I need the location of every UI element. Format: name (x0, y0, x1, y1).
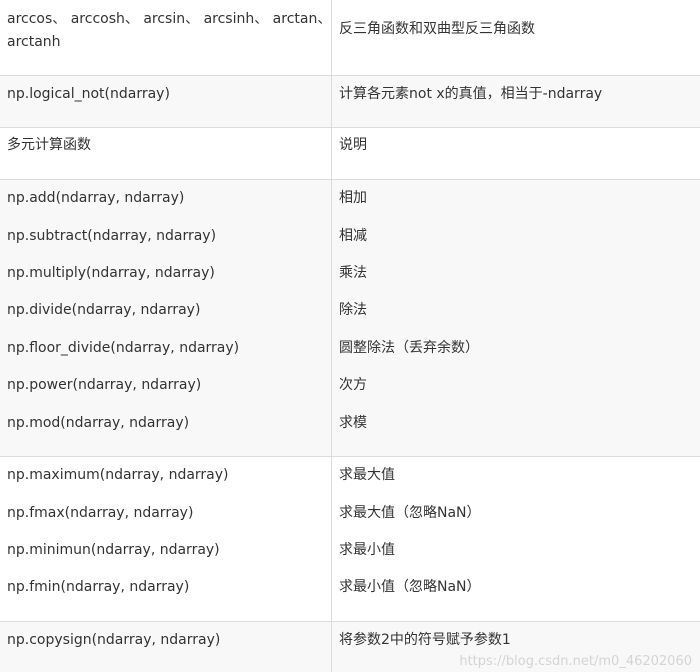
function-cell: np.fmax(ndarray, ndarray) (7, 505, 194, 521)
column-divider (331, 180, 332, 457)
table-row: arccos、 arccosh、 arcsin、 arcsinh、 arctan… (0, 0, 700, 76)
column-divider (331, 128, 332, 180)
function-cell: np.minimun(ndarray, ndarray) (7, 542, 220, 558)
column-divider (331, 76, 332, 128)
function-cell: np.multiply(ndarray, ndarray) (7, 265, 215, 281)
function-cell: np.fmin(ndarray, ndarray) (7, 579, 190, 595)
table-row: np.logical_not(ndarray) 计算各元素not x的真值，相当… (0, 76, 700, 128)
description-cell: 次方 (339, 377, 367, 393)
function-cell: np.add(ndarray, ndarray) (7, 190, 185, 206)
description-cell: 求最小值（忽略NaN） (339, 579, 481, 595)
description-cell: 反三角函数和双曲型反三角函数 (339, 21, 535, 37)
description-cell: 圆整除法（丢弃余数） (339, 340, 479, 356)
function-cell: arctanh (7, 34, 61, 50)
section-heading: 多元计算函数 (7, 137, 91, 153)
column-divider (331, 457, 332, 622)
table-row: np.add(ndarray, ndarray) 相加 np.subtract(… (0, 180, 700, 457)
function-cell: arccos、 arccosh、 arcsin、 arcsinh、 arctan… (7, 11, 332, 27)
description-cell: 除法 (339, 302, 367, 318)
table-header-row: 多元计算函数 说明 (0, 128, 700, 180)
description-cell: 计算各元素not x的真值，相当于-ndarray (339, 86, 603, 102)
function-cell: np.maximum(ndarray, ndarray) (7, 467, 229, 483)
table-row: np.maximum(ndarray, ndarray) 求最大值 np.fma… (0, 457, 700, 622)
description-cell: 相加 (339, 190, 367, 206)
description-cell: 求最小值 (339, 542, 395, 558)
description-cell: 乘法 (339, 265, 367, 281)
watermark: https://blog.csdn.net/m0_46202060 (459, 654, 692, 669)
function-cell: np.floor_divide(ndarray, ndarray) (7, 340, 240, 356)
function-cell: np.logical_not(ndarray) (7, 86, 170, 102)
function-cell: np.copysign(ndarray, ndarray) (7, 632, 221, 648)
function-cell: np.power(ndarray, ndarray) (7, 377, 202, 393)
function-cell: np.divide(ndarray, ndarray) (7, 302, 201, 318)
description-cell: 求最大值 (339, 467, 395, 483)
description-cell: 求模 (339, 415, 367, 431)
function-cell: np.subtract(ndarray, ndarray) (7, 228, 217, 244)
description-cell: 求最大值（忽略NaN） (339, 505, 481, 521)
description-cell: 相减 (339, 228, 367, 244)
section-heading: 说明 (339, 137, 367, 153)
column-divider (331, 622, 332, 672)
description-cell: 将参数2中的符号赋予参数1 (339, 632, 511, 648)
function-cell: np.mod(ndarray, ndarray) (7, 415, 190, 431)
